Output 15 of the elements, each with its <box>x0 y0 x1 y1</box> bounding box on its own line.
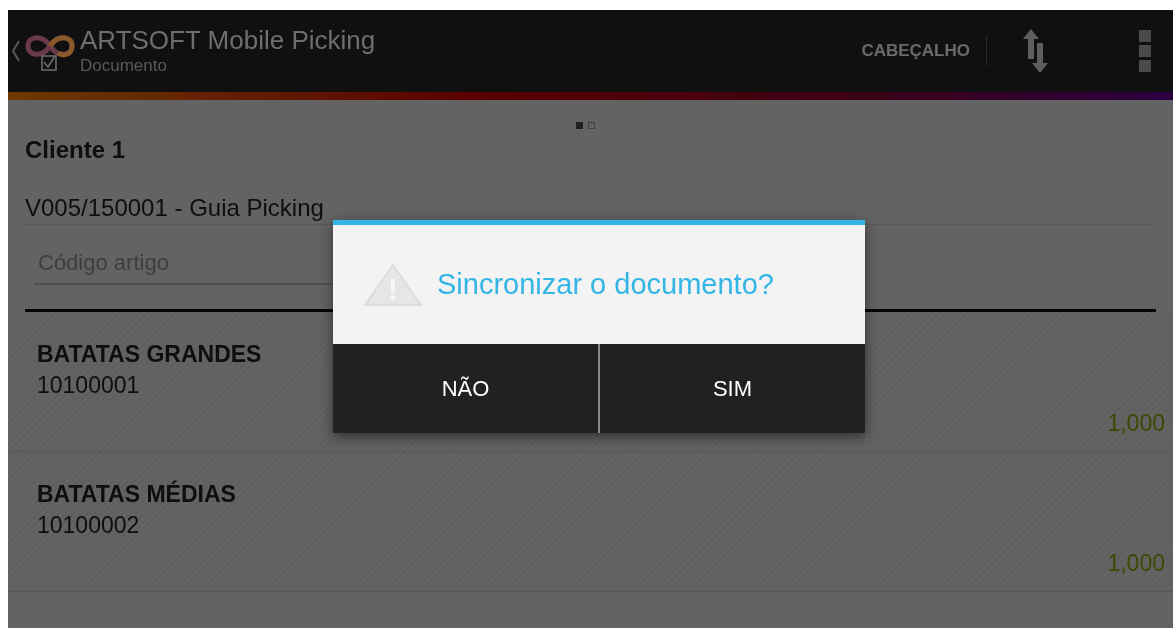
item-name: BATATAS MÉDIAS <box>37 480 236 508</box>
app-title: ARTSOFT Mobile Picking <box>80 25 376 55</box>
warning-icon <box>363 262 423 307</box>
sync-arrows-icon[interactable] <box>1021 29 1049 73</box>
header-action-button[interactable]: CABEÇALHO <box>851 26 980 76</box>
item-code: 10100002 <box>37 511 140 540</box>
item-code: 10100001 <box>37 371 140 400</box>
item-name: BATATAS GRANDES <box>37 340 262 368</box>
item-quantity: 1,000 <box>1107 549 1165 578</box>
back-chevron-icon[interactable] <box>12 40 20 62</box>
item-quantity: 1,000 <box>1107 409 1165 438</box>
app-subtitle: Documento <box>80 55 168 77</box>
document-number: V005/150001 - Guia Picking <box>25 193 325 223</box>
client-name: Cliente 1 <box>25 135 127 165</box>
overflow-menu-icon[interactable] <box>1139 30 1151 72</box>
